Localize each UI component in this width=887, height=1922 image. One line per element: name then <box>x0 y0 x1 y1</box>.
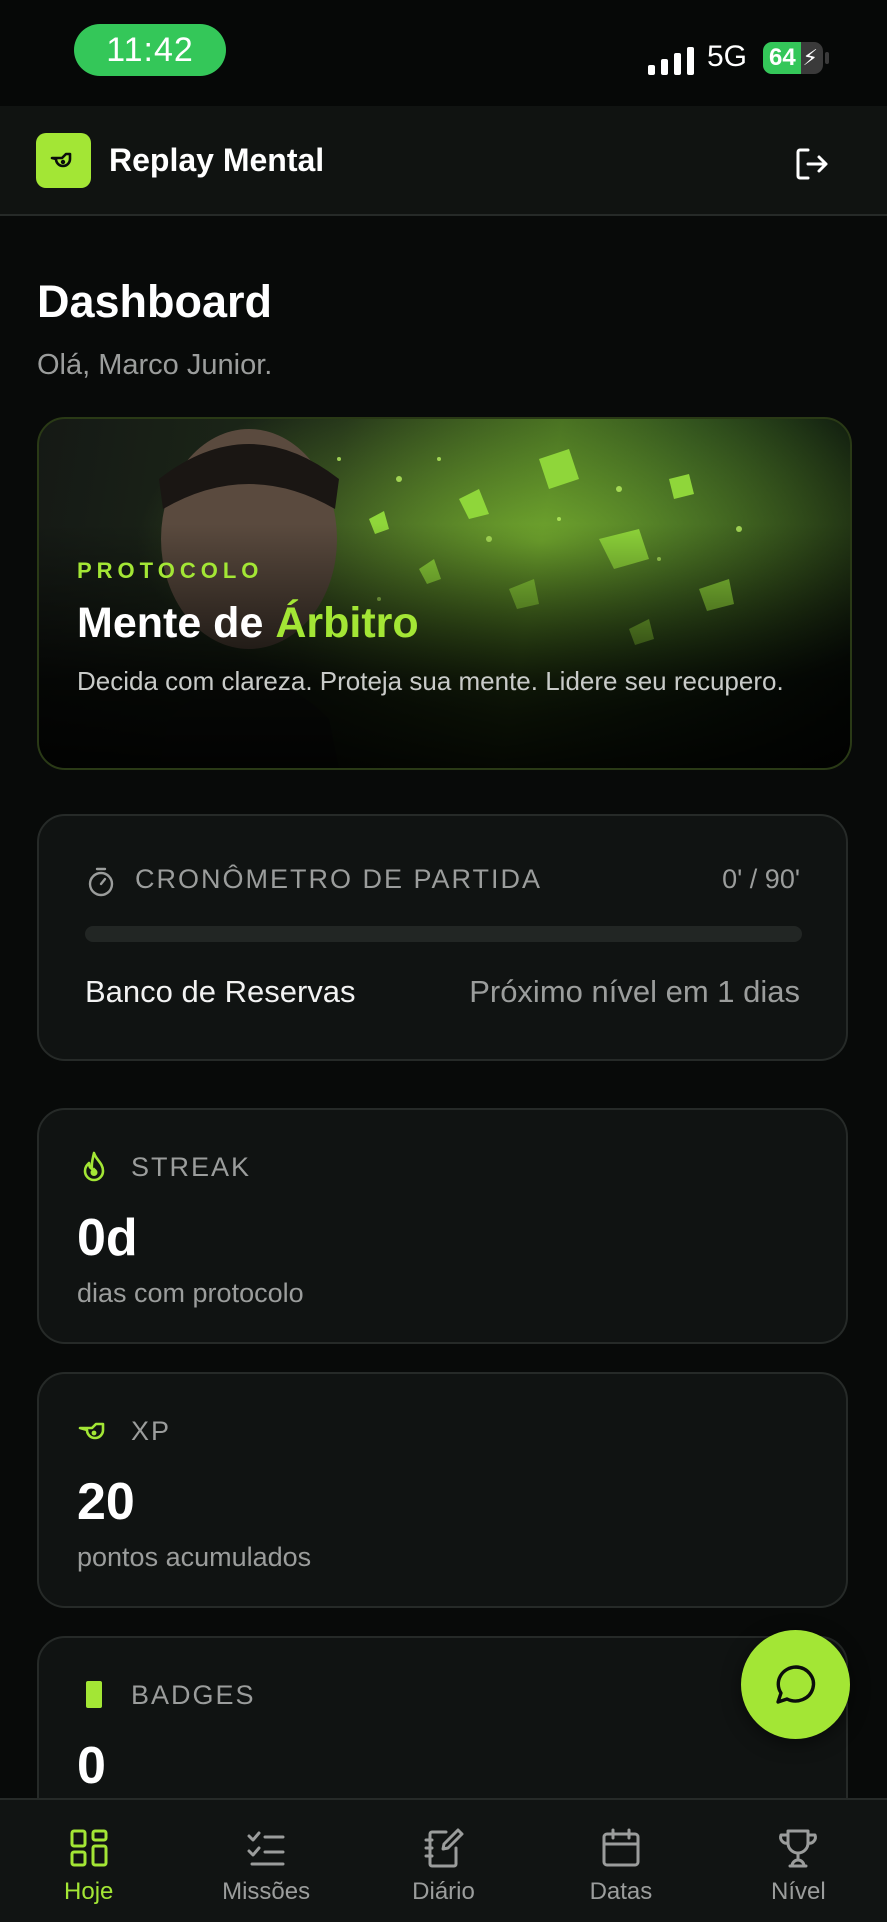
timer-label: CRONÔMETRO DE PARTIDA <box>135 864 543 894</box>
nav-label-datas: Datas <box>589 1878 653 1905</box>
nav-item-missoes[interactable]: Missões <box>177 1800 354 1922</box>
battery-level: 64 <box>769 44 796 71</box>
flame-icon <box>83 1151 105 1182</box>
app-title: Replay Mental <box>109 142 325 178</box>
streak-label: STREAK <box>131 1152 252 1182</box>
current-level: Banco de Reservas <box>85 974 356 1009</box>
network-type: 5G <box>707 40 748 73</box>
trophy-icon <box>779 1829 818 1868</box>
streak-subtitle: dias com protocolo <box>77 1278 304 1308</box>
next-level-info: Próximo nível em 1 dias <box>469 974 800 1009</box>
whistle-icon <box>78 1422 105 1440</box>
timer-progress-bar <box>85 926 802 942</box>
nav-item-hoje[interactable]: Hoje <box>0 1800 177 1922</box>
nav-label-missoes: Missões <box>222 1878 311 1905</box>
app-logo-icon <box>36 133 91 188</box>
badges-label: BADGES <box>131 1680 256 1710</box>
nav-item-nivel[interactable]: Nível <box>710 1800 887 1922</box>
calendar-icon <box>602 1828 640 1867</box>
xp-value: 20 <box>77 1473 135 1531</box>
stopwatch-icon <box>88 867 114 897</box>
charging-icon: ⚡ <box>802 45 818 70</box>
checklist-icon <box>247 1831 285 1866</box>
chat-bubble-icon <box>775 1664 815 1704</box>
battery-icon: 64 ⚡ <box>763 42 823 74</box>
grid-icon <box>70 1829 108 1867</box>
app-header: Replay Mental <box>0 106 887 216</box>
streak-card: STREAK 0d dias com protocolo <box>37 1108 848 1344</box>
hero-kicker: PROTOCOLO <box>77 558 264 583</box>
hero-title-accent: Árbitro <box>275 599 419 647</box>
xp-subtitle: pontos acumulados <box>77 1542 312 1572</box>
status-bar: 11:42 5G 64 ⚡ <box>0 0 887 106</box>
xp-label: XP <box>131 1416 172 1446</box>
hero-title-main: Mente de <box>77 599 276 647</box>
page-title: Dashboard <box>37 276 273 327</box>
hero-description: Decida com clareza. Proteja sua mente. L… <box>77 666 784 696</box>
battery-cap <box>825 52 829 64</box>
timer-value: 0' / 90' <box>722 864 800 894</box>
hero-title: Mente de Árbitro <box>77 599 419 648</box>
greeting-text: Olá, Marco Junior. <box>37 349 273 381</box>
hero-shade <box>39 419 850 768</box>
xp-card: XP 20 pontos acumulados <box>37 1372 848 1608</box>
nav-label-diario: Diário <box>412 1878 475 1905</box>
nav-item-datas[interactable]: Datas <box>532 1800 709 1922</box>
bottom-nav: Hoje Missões Diário Datas Nível <box>0 1798 887 1922</box>
chat-button[interactable] <box>741 1630 850 1739</box>
status-time: 11:42 <box>74 24 226 76</box>
signal-icon <box>648 45 694 75</box>
match-timer-card: CRONÔMETRO DE PARTIDA 0' / 90' Banco de … <box>37 814 848 1061</box>
logout-icon[interactable] <box>792 144 832 184</box>
nav-item-diario[interactable]: Diário <box>355 1800 532 1922</box>
streak-value: 0d <box>77 1209 138 1267</box>
nav-label-hoje: Hoje <box>64 1878 114 1905</box>
protocol-hero-banner[interactable]: PROTOCOLO Mente de Árbitro Decida com cl… <box>37 417 852 770</box>
nav-label-nivel: Nível <box>770 1878 826 1905</box>
whistle-logo-icon <box>50 152 71 167</box>
badges-value: 0 <box>77 1737 106 1795</box>
notebook-icon <box>424 1828 464 1868</box>
card-icon <box>86 1681 102 1708</box>
